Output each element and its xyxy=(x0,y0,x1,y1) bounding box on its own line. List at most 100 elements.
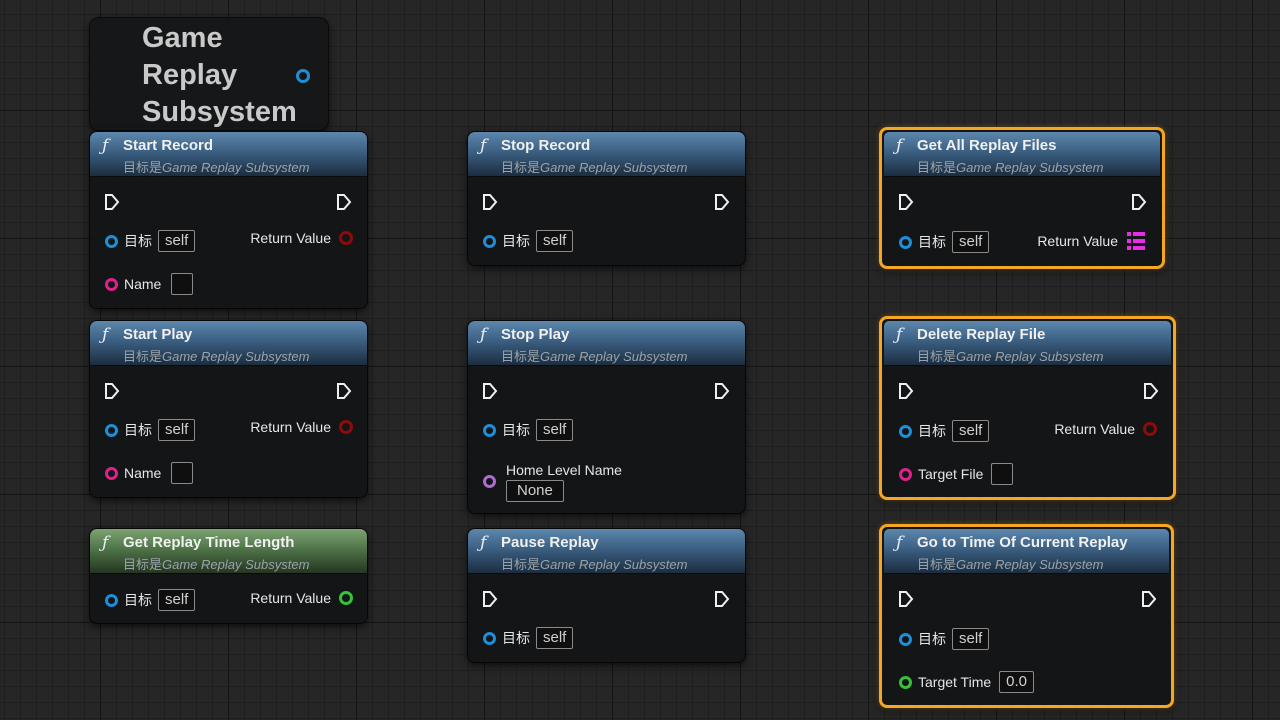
target-pin-row: 目标 self xyxy=(483,626,574,650)
stop-record-node[interactable]: ƒ Stop Record 目标是Game Replay Subsystem 目… xyxy=(467,131,746,266)
exec-out-pin[interactable] xyxy=(714,383,730,399)
return-value-row: Return Value xyxy=(250,586,353,610)
function-icon: ƒ xyxy=(480,136,487,156)
get-all-replay-files-node[interactable]: ƒ Get All Replay Files 目标是Game Replay Su… xyxy=(879,127,1165,269)
exec-out-pin[interactable] xyxy=(1143,383,1159,399)
target-time-label: Target Time xyxy=(918,674,992,690)
name-pin-row: Name xyxy=(105,461,194,485)
return-value-row: Return Value xyxy=(1037,229,1146,253)
return-value-pin[interactable] xyxy=(339,231,353,245)
target-pin-row: 目标 self xyxy=(483,229,574,253)
return-value-pin[interactable] xyxy=(339,591,353,605)
name-label: Name xyxy=(124,465,162,481)
function-icon: ƒ xyxy=(102,533,109,553)
target-self-field[interactable]: self xyxy=(952,420,990,442)
target-pin[interactable] xyxy=(483,631,496,645)
exec-in-pin[interactable] xyxy=(898,194,914,210)
target-pin[interactable] xyxy=(899,235,912,249)
target-pin-row: 目标 self xyxy=(899,419,990,443)
home-level-name-pin[interactable] xyxy=(483,475,496,488)
node-header[interactable]: ƒ Get All Replay Files 目标是Game Replay Su… xyxy=(884,132,1160,177)
target-label: 目标 xyxy=(124,233,152,249)
target-time-pin[interactable] xyxy=(899,675,912,689)
target-self-field[interactable]: self xyxy=(158,589,196,611)
function-icon: ƒ xyxy=(896,325,903,345)
delete-replay-file-node[interactable]: ƒ Delete Replay File 目标是Game Replay Subs… xyxy=(879,316,1176,500)
exec-out-pin[interactable] xyxy=(714,591,730,607)
node-subtitle: 目标是Game Replay Subsystem xyxy=(917,557,1104,572)
node-header[interactable]: ƒ Delete Replay File 目标是Game Replay Subs… xyxy=(884,321,1171,366)
node-header[interactable]: ƒ Get Replay Time Length 目标是Game Replay … xyxy=(90,529,367,574)
target-file-field[interactable] xyxy=(991,463,1014,485)
function-icon: ƒ xyxy=(480,533,487,553)
exec-in-pin[interactable] xyxy=(898,591,914,607)
target-self-field[interactable]: self xyxy=(952,628,990,650)
exec-out-pin[interactable] xyxy=(1141,591,1157,607)
node-header[interactable]: ƒ Start Record 目标是Game Replay Subsystem xyxy=(90,132,367,177)
return-value-pin[interactable] xyxy=(1143,422,1157,436)
exec-in-pin[interactable] xyxy=(104,194,120,210)
name-pin[interactable] xyxy=(105,466,118,480)
node-subtitle: 目标是Game Replay Subsystem xyxy=(917,160,1104,175)
node-header[interactable]: ƒ Pause Replay 目标是Game Replay Subsystem xyxy=(468,529,745,574)
node-title: Go to Time Of Current Replay xyxy=(917,534,1128,551)
node-title: Get All Replay Files xyxy=(917,137,1057,154)
exec-out-pin[interactable] xyxy=(336,194,352,210)
function-icon: ƒ xyxy=(896,136,903,156)
start-play-node[interactable]: ƒ Start Play 目标是Game Replay Subsystem 目标… xyxy=(89,320,368,498)
node-header[interactable]: ƒ Start Play 目标是Game Replay Subsystem xyxy=(90,321,367,366)
exec-in-pin[interactable] xyxy=(898,383,914,399)
get-replay-time-length-node[interactable]: ƒ Get Replay Time Length 目标是Game Replay … xyxy=(89,528,368,624)
return-value-pin[interactable] xyxy=(339,420,353,434)
target-self-field[interactable]: self xyxy=(952,231,990,253)
stop-play-node[interactable]: ƒ Stop Play 目标是Game Replay Subsystem 目标 … xyxy=(467,320,746,514)
name-pin[interactable] xyxy=(105,277,118,291)
target-file-pin[interactable] xyxy=(899,467,912,481)
target-label: 目标 xyxy=(502,630,530,646)
exec-in-pin[interactable] xyxy=(104,383,120,399)
pause-replay-node[interactable]: ƒ Pause Replay 目标是Game Replay Subsystem … xyxy=(467,528,746,663)
target-self-field[interactable]: self xyxy=(158,419,196,441)
target-pin[interactable] xyxy=(105,593,118,607)
target-self-field[interactable]: self xyxy=(536,230,574,252)
function-icon: ƒ xyxy=(480,325,487,345)
start-record-node[interactable]: ƒ Start Record 目标是Game Replay Subsystem … xyxy=(89,131,368,309)
exec-out-pin[interactable] xyxy=(1131,194,1147,210)
target-pin[interactable] xyxy=(899,424,912,438)
node-header[interactable]: ƒ Stop Record 目标是Game Replay Subsystem xyxy=(468,132,745,177)
target-pin[interactable] xyxy=(105,423,118,437)
target-file-pin-row: Target File xyxy=(899,462,1014,486)
target-self-field[interactable]: self xyxy=(536,419,574,441)
go-to-time-node[interactable]: ƒ Go to Time Of Current Replay 目标是Game R… xyxy=(879,524,1174,708)
exec-out-pin[interactable] xyxy=(336,383,352,399)
node-subtitle: 目标是Game Replay Subsystem xyxy=(123,349,310,364)
return-value-label: Return Value xyxy=(1054,421,1135,437)
return-value-label: Return Value xyxy=(250,230,331,246)
target-time-field[interactable]: 0.0 xyxy=(999,671,1034,693)
node-title: Delete Replay File xyxy=(917,326,1046,343)
subsystem-node[interactable]: Game Replay Subsystem xyxy=(89,17,329,131)
exec-in-pin[interactable] xyxy=(482,383,498,399)
return-value-row: Return Value xyxy=(250,226,353,250)
target-self-field[interactable]: self xyxy=(536,627,574,649)
array-grid-icon[interactable] xyxy=(1126,231,1146,251)
home-level-name-field[interactable]: None xyxy=(506,480,564,502)
target-label: 目标 xyxy=(124,592,152,608)
target-pin[interactable] xyxy=(483,423,496,437)
exec-out-pin[interactable] xyxy=(714,194,730,210)
target-self-field[interactable]: self xyxy=(158,230,196,252)
node-header[interactable]: ƒ Go to Time Of Current Replay 目标是Game R… xyxy=(884,529,1169,574)
target-pin[interactable] xyxy=(105,234,118,248)
subsystem-output-pin[interactable] xyxy=(296,69,310,83)
node-header[interactable]: ƒ Stop Play 目标是Game Replay Subsystem xyxy=(468,321,745,366)
name-label: Name xyxy=(124,276,162,292)
exec-in-pin[interactable] xyxy=(482,194,498,210)
name-field[interactable] xyxy=(171,462,194,484)
target-pin[interactable] xyxy=(899,632,912,646)
node-title: Stop Play xyxy=(501,326,570,343)
target-pin[interactable] xyxy=(483,234,496,248)
name-field[interactable] xyxy=(171,273,194,295)
exec-in-pin[interactable] xyxy=(482,591,498,607)
target-pin-row: 目标 self xyxy=(899,627,990,651)
target-time-pin-row: Target Time 0.0 xyxy=(899,670,1034,694)
